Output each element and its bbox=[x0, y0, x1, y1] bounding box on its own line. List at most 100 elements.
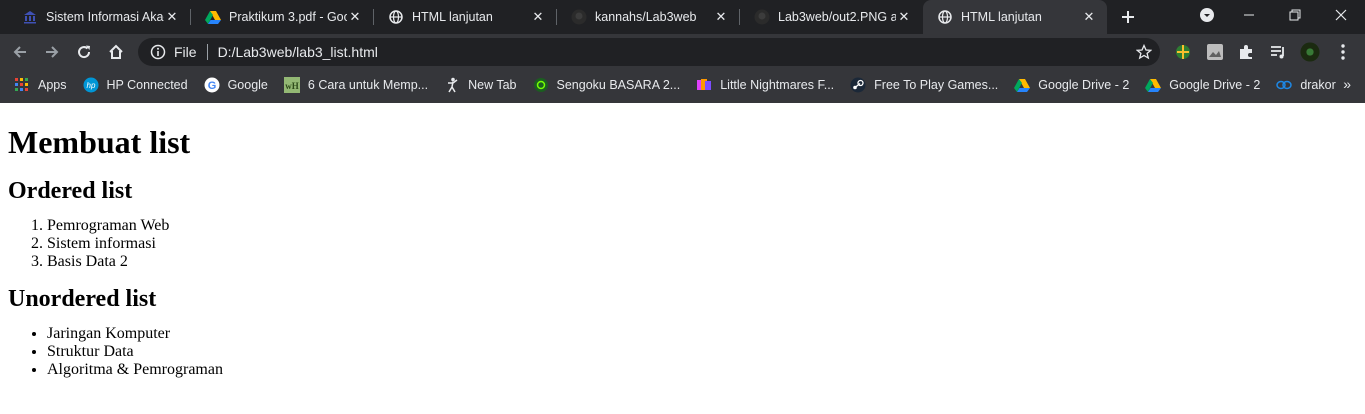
bookmark-label: HP Connected bbox=[106, 78, 188, 92]
wikihow-icon: wH bbox=[283, 77, 300, 93]
tab-title: Lab3web/out2.PNG at bbox=[778, 10, 896, 24]
close-icon[interactable]: ✕ bbox=[713, 9, 729, 25]
bookmark-apps[interactable]: Apps bbox=[0, 72, 75, 98]
bookmark-label: Google bbox=[227, 78, 268, 92]
ordered-list-heading: Ordered list bbox=[8, 178, 133, 204]
tab-title: kannahs/Lab3web bbox=[595, 10, 697, 24]
ordered-list: Pemrograman Web Sistem informasi Basis D… bbox=[8, 217, 1357, 271]
extension-image-icon[interactable] bbox=[1205, 42, 1225, 62]
bookmark-label: Sengoku BASARA 2... bbox=[556, 78, 681, 92]
tab-sistem-informasi[interactable]: Sistem Informasi Akademik ✕ bbox=[8, 0, 190, 34]
tab-html-lanjutan-active[interactable]: HTML lanjutan ✕ bbox=[923, 0, 1107, 34]
apps-grid-icon bbox=[14, 77, 30, 93]
restore-icon bbox=[1289, 9, 1301, 21]
list-item: Jaringan Komputer bbox=[47, 325, 1357, 343]
restore-button[interactable] bbox=[1272, 0, 1318, 30]
close-icon[interactable]: ✕ bbox=[896, 9, 912, 25]
more-bookmarks-chevron-icon[interactable]: » bbox=[1343, 76, 1351, 92]
forward-button[interactable] bbox=[38, 38, 66, 66]
home-icon bbox=[109, 44, 123, 59]
new-tab-button[interactable] bbox=[1117, 6, 1139, 28]
reading-list-icon[interactable] bbox=[1268, 42, 1288, 62]
minimize-button[interactable] bbox=[1226, 0, 1272, 30]
list-item: Basis Data 2 bbox=[47, 253, 1357, 271]
dancer-icon bbox=[444, 77, 460, 93]
plus-icon bbox=[1122, 11, 1134, 23]
bookmarks-bar: Apps hp HP Connected G Google wH 6 Cara … bbox=[0, 70, 1365, 100]
arrow-right-icon bbox=[46, 46, 59, 58]
chevron-down-circle-icon bbox=[1200, 8, 1214, 22]
globe-icon bbox=[937, 9, 953, 25]
tab-search-button[interactable] bbox=[1184, 0, 1230, 30]
close-icon[interactable]: ✕ bbox=[1081, 9, 1097, 25]
list-item: Struktur Data bbox=[47, 343, 1357, 361]
page-content: Membuat list Ordered list Pemrograman We… bbox=[8, 103, 1357, 393]
bookmark-label: drakor bbox=[1300, 78, 1336, 92]
list-item: Pemrograman Web bbox=[47, 217, 1357, 235]
tab-title: HTML lanjutan bbox=[412, 10, 493, 24]
list-item: Algoritma & Pemrograman bbox=[47, 361, 1357, 379]
tab-github-out2[interactable]: Lab3web/out2.PNG at ✕ bbox=[740, 0, 922, 34]
bookmark-little-nightmares[interactable]: Little Nightmares F... bbox=[688, 72, 842, 98]
bookmark-google-drive-2[interactable]: Google Drive - 2 bbox=[1137, 72, 1268, 98]
divider bbox=[206, 44, 208, 60]
star-icon[interactable] bbox=[1135, 43, 1153, 60]
extension-globe-icon[interactable] bbox=[1173, 42, 1193, 62]
bookmark-label: Apps bbox=[38, 78, 67, 92]
tab-title: Sistem Informasi Akademik bbox=[46, 10, 164, 24]
bookmark-label: Little Nightmares F... bbox=[720, 78, 835, 92]
url-text[interactable]: D:/Lab3web/lab3_list.html bbox=[218, 44, 378, 60]
tab-title: Praktikum 3.pdf - Google Drive bbox=[229, 10, 347, 24]
bookmark-google[interactable]: G Google bbox=[196, 72, 276, 98]
svg-text:hp: hp bbox=[86, 81, 95, 90]
close-icon[interactable]: ✕ bbox=[347, 9, 363, 25]
bookmark-label: Free To Play Games... bbox=[874, 78, 999, 92]
bookmark-label: 6 Cara untuk Memp... bbox=[307, 78, 429, 92]
unordered-list-heading: Unordered list bbox=[8, 286, 157, 312]
tab-praktikum-pdf[interactable]: Praktikum 3.pdf - Google Drive ✕ bbox=[191, 0, 373, 34]
scheme-label: File bbox=[174, 44, 197, 60]
bookmark-sengoku-basara[interactable]: Sengoku BASARA 2... bbox=[525, 72, 689, 98]
close-window-button[interactable] bbox=[1318, 0, 1364, 30]
google-drive-icon bbox=[205, 9, 221, 25]
bookmark-label: Google Drive - 2 bbox=[1038, 78, 1130, 92]
close-icon bbox=[1335, 9, 1347, 21]
menu-kebab-icon[interactable] bbox=[1333, 42, 1353, 62]
close-icon[interactable]: ✕ bbox=[164, 9, 180, 25]
svg-text:wH: wH bbox=[285, 81, 299, 91]
unordered-list: Jaringan Komputer Struktur Data Algoritm… bbox=[8, 325, 1357, 379]
link-icon bbox=[1276, 77, 1293, 93]
steam-icon bbox=[850, 77, 866, 93]
profile-avatar[interactable] bbox=[1300, 42, 1320, 62]
bookmark-wikihow[interactable]: wH 6 Cara untuk Memp... bbox=[276, 72, 436, 98]
tab-html-lanjutan[interactable]: HTML lanjutan ✕ bbox=[374, 0, 556, 34]
minimize-icon bbox=[1244, 14, 1254, 16]
bookmark-free-to-play[interactable]: Free To Play Games... bbox=[842, 72, 1006, 98]
list-item: Sistem informasi bbox=[47, 235, 1357, 253]
bookmark-google-drive-1[interactable]: Google Drive - 2 bbox=[1006, 72, 1137, 98]
bookmark-hp-connected[interactable]: hp HP Connected bbox=[75, 72, 196, 98]
svg-text:G: G bbox=[207, 80, 216, 92]
extensions-puzzle-icon[interactable] bbox=[1236, 42, 1256, 62]
google-icon: G bbox=[204, 77, 220, 93]
toolbar: File D:/Lab3web/lab3_list.html bbox=[0, 34, 1365, 70]
info-icon[interactable] bbox=[150, 44, 166, 60]
globe-icon bbox=[388, 9, 404, 25]
close-icon[interactable]: ✕ bbox=[530, 9, 546, 25]
bookmark-new-tab[interactable]: New Tab bbox=[436, 72, 524, 98]
home-button[interactable] bbox=[102, 38, 130, 66]
github-icon bbox=[571, 9, 587, 25]
game-icon bbox=[533, 77, 549, 93]
bookmark-drakor[interactable]: drakor bbox=[1268, 72, 1343, 98]
bookmark-label: Google Drive - 2 bbox=[1169, 78, 1261, 92]
back-button[interactable] bbox=[6, 38, 34, 66]
github-icon bbox=[754, 9, 770, 25]
bookmark-label: New Tab bbox=[468, 78, 517, 92]
arrow-left-icon bbox=[13, 46, 26, 58]
page-heading: Membuat list bbox=[8, 124, 191, 160]
google-drive-icon bbox=[1014, 77, 1031, 93]
tab-github-kannahs[interactable]: kannahs/Lab3web ✕ bbox=[557, 0, 739, 34]
reload-button[interactable] bbox=[70, 38, 98, 66]
tab-title: HTML lanjutan bbox=[961, 10, 1042, 24]
address-bar[interactable]: File D:/Lab3web/lab3_list.html bbox=[138, 38, 1160, 66]
